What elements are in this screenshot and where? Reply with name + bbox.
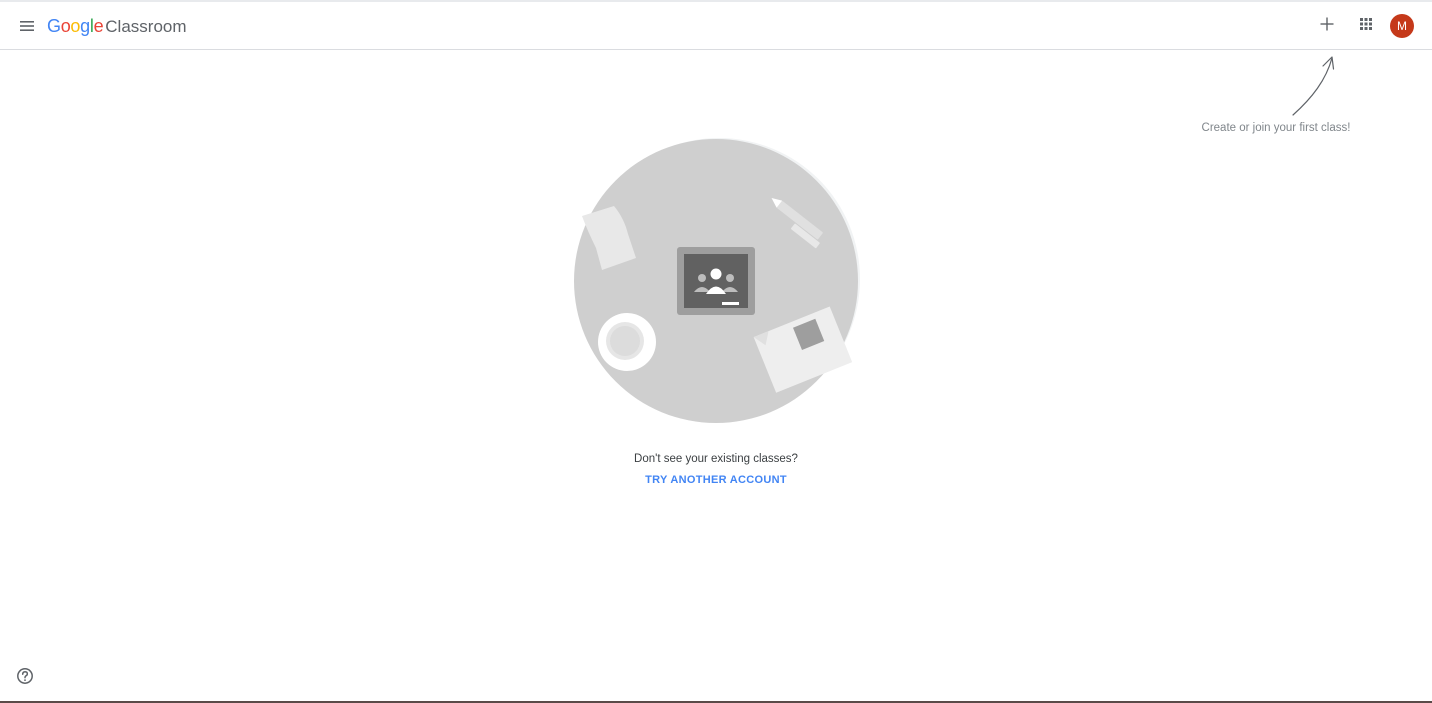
hamburger-menu-icon (14, 14, 40, 38)
missing-classes-message: Don't see your existing classes? (634, 453, 798, 465)
app-header: Google Classroom M (0, 2, 1432, 50)
avatar-initial: M (1397, 19, 1407, 33)
logo-letter: o (70, 16, 81, 36)
hint-arrow-icon (1286, 52, 1342, 123)
logo-letter: G (47, 16, 61, 36)
logo-letter: o (60, 16, 71, 36)
product-name: Classroom (105, 17, 187, 36)
plus-icon (1319, 16, 1335, 37)
account-avatar[interactable]: M (1390, 14, 1414, 38)
logo-letter: g (80, 16, 90, 36)
main-menu-button[interactable] (14, 14, 40, 38)
apps-grid-icon (1358, 16, 1374, 37)
google-apps-button[interactable] (1352, 12, 1380, 40)
empty-classroom-illustration (570, 136, 862, 433)
help-button[interactable] (15, 666, 35, 686)
create-join-hint: Create or join your first class! (1201, 122, 1351, 134)
create-or-join-class-button[interactable] (1313, 12, 1341, 40)
help-icon (15, 668, 35, 690)
google-wordmark: Google (47, 16, 104, 36)
google-classroom-logo[interactable]: Google Classroom (47, 15, 187, 38)
try-another-account-link[interactable]: TRY ANOTHER ACCOUNT (616, 474, 816, 486)
logo-letter: e (93, 16, 104, 36)
